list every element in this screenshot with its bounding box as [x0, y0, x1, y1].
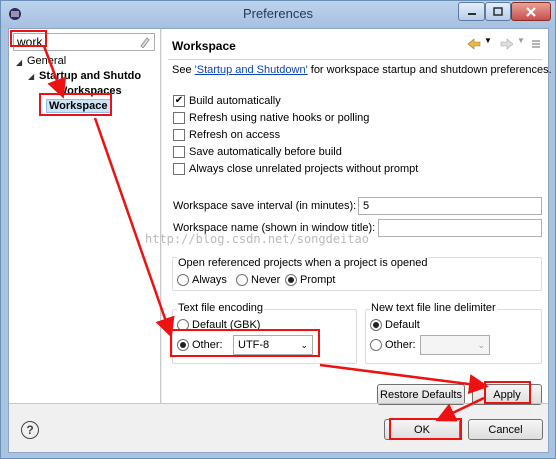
refresh-native-checkbox[interactable]: Refresh using native hooks or polling [173, 112, 369, 124]
radio-label: Always [192, 274, 227, 286]
build-auto-checkbox[interactable]: ✔ Build automatically [173, 95, 281, 107]
delimiter-title: New text file line delimiter [370, 302, 497, 314]
refresh-access-checkbox[interactable]: Refresh on access [173, 129, 280, 141]
title-bar: Preferences [1, 1, 555, 28]
checkbox-label: Refresh using native hooks or polling [189, 112, 370, 124]
combo-value: UTF-8 [238, 339, 270, 351]
forward-menu-icon[interactable]: ▼ [517, 36, 525, 45]
startup-shutdown-link[interactable]: 'Startup and Shutdown' [195, 64, 308, 76]
encoding-title: Text file encoding [177, 302, 264, 314]
page-description: See 'Startup and Shutdown' for workspace… [172, 64, 552, 76]
maximize-button[interactable] [485, 2, 511, 21]
checkbox-box[interactable] [173, 112, 185, 124]
checkbox-box[interactable]: ✔ [173, 95, 185, 107]
tree-item-startup[interactable]: Startup and Shutdo [39, 70, 141, 82]
title-divider [168, 59, 542, 60]
checkbox-label: Refresh on access [189, 129, 281, 141]
apply-button[interactable]: Apply [472, 384, 542, 405]
tree-item-workspace[interactable]: Workspace [46, 99, 111, 113]
open-prompt-radio[interactable]: Prompt [285, 274, 335, 286]
delimiter-other-radio[interactable]: Other: [370, 339, 416, 351]
checkbox-box[interactable] [173, 146, 185, 158]
open-referenced-title: Open referenced projects when a project … [177, 257, 429, 269]
checkbox-box[interactable] [173, 129, 185, 141]
minimize-button[interactable] [458, 2, 485, 21]
encoding-other-radio[interactable]: Other: [177, 339, 223, 351]
desc-prefix: See [172, 64, 195, 76]
desc-suffix: for workspace startup and shutdown prefe… [307, 64, 552, 76]
radio-dot[interactable] [177, 319, 189, 331]
back-menu-icon[interactable]: ▼ [484, 36, 492, 45]
tree-item-workspaces[interactable]: Workspaces [57, 85, 122, 97]
bottom-separator [9, 403, 548, 404]
radio-label: Never [251, 274, 281, 286]
dialog-client: work ◢ General ◢ Startup and Shutdo Work… [8, 28, 552, 453]
encoding-default-radio[interactable]: Default (GBK) [177, 319, 260, 331]
radio-label: Default (GBK) [192, 319, 261, 331]
clear-filter-icon[interactable] [139, 36, 151, 48]
radio-label: Prompt [300, 274, 336, 286]
checkbox-label: Save automatically before build [189, 146, 342, 158]
maximize-icon [493, 6, 503, 16]
history-nav: ▼ ▼ [467, 36, 543, 51]
expand-general-icon[interactable]: ◢ [16, 58, 22, 67]
save-auto-checkbox[interactable]: Save automatically before build [173, 146, 342, 158]
radio-dot[interactable] [285, 274, 297, 286]
chevron-down-icon: ⌄ [477, 339, 485, 350]
close-unrelated-checkbox[interactable]: Always close unrelated projects without … [173, 163, 418, 175]
forward-icon[interactable] [500, 38, 514, 50]
checkbox-label: Build automatically [189, 95, 281, 107]
save-interval-input[interactable]: 5 [358, 197, 542, 215]
workspace-name-input[interactable] [378, 219, 542, 237]
open-never-radio[interactable]: Never [236, 274, 280, 286]
filter-input[interactable]: work [13, 33, 155, 51]
radio-dot[interactable] [236, 274, 248, 286]
preference-page: Workspace ▼ ▼ See 'Startup and Shutdown'… [162, 29, 552, 405]
preferences-window: Preferences work ◢ General ◢ Startup and… [0, 0, 556, 459]
radio-dot[interactable] [370, 339, 382, 351]
back-icon[interactable] [467, 38, 481, 50]
delimiter-default-radio[interactable]: Default [370, 319, 420, 331]
tree-item-general[interactable]: General [27, 55, 66, 67]
ok-button[interactable]: OK [384, 419, 460, 440]
delimiter-combo[interactable]: ⌄ [420, 335, 490, 355]
encoding-combo[interactable]: UTF-8 ⌄ [233, 335, 313, 355]
page-title: Workspace [172, 39, 236, 53]
workspace-name-label: Workspace name (shown in window title): [173, 222, 376, 234]
cancel-button[interactable]: Cancel [468, 419, 543, 440]
checkbox-label: Always close unrelated projects without … [189, 163, 419, 175]
close-icon [526, 6, 536, 17]
view-menu-icon[interactable] [531, 39, 541, 49]
radio-dot[interactable] [370, 319, 382, 331]
open-always-radio[interactable]: Always [177, 274, 227, 286]
checkbox-box[interactable] [173, 163, 185, 175]
radio-dot[interactable] [177, 339, 189, 351]
restore-defaults-button[interactable]: Restore Defaults [377, 384, 465, 405]
save-interval-label: Workspace save interval (in minutes): [173, 200, 357, 212]
close-button[interactable] [511, 2, 551, 21]
help-icon[interactable]: ? [21, 421, 39, 439]
radio-label: Other: [192, 339, 223, 351]
preference-tree: work ◢ General ◢ Startup and Shutdo Work… [9, 29, 161, 403]
expand-startup-icon[interactable]: ◢ [28, 72, 34, 81]
radio-label: Other: [385, 339, 416, 351]
radio-dot[interactable] [177, 274, 189, 286]
radio-label: Default [385, 319, 420, 331]
minimize-icon [467, 12, 476, 15]
chevron-down-icon: ⌄ [300, 339, 308, 350]
